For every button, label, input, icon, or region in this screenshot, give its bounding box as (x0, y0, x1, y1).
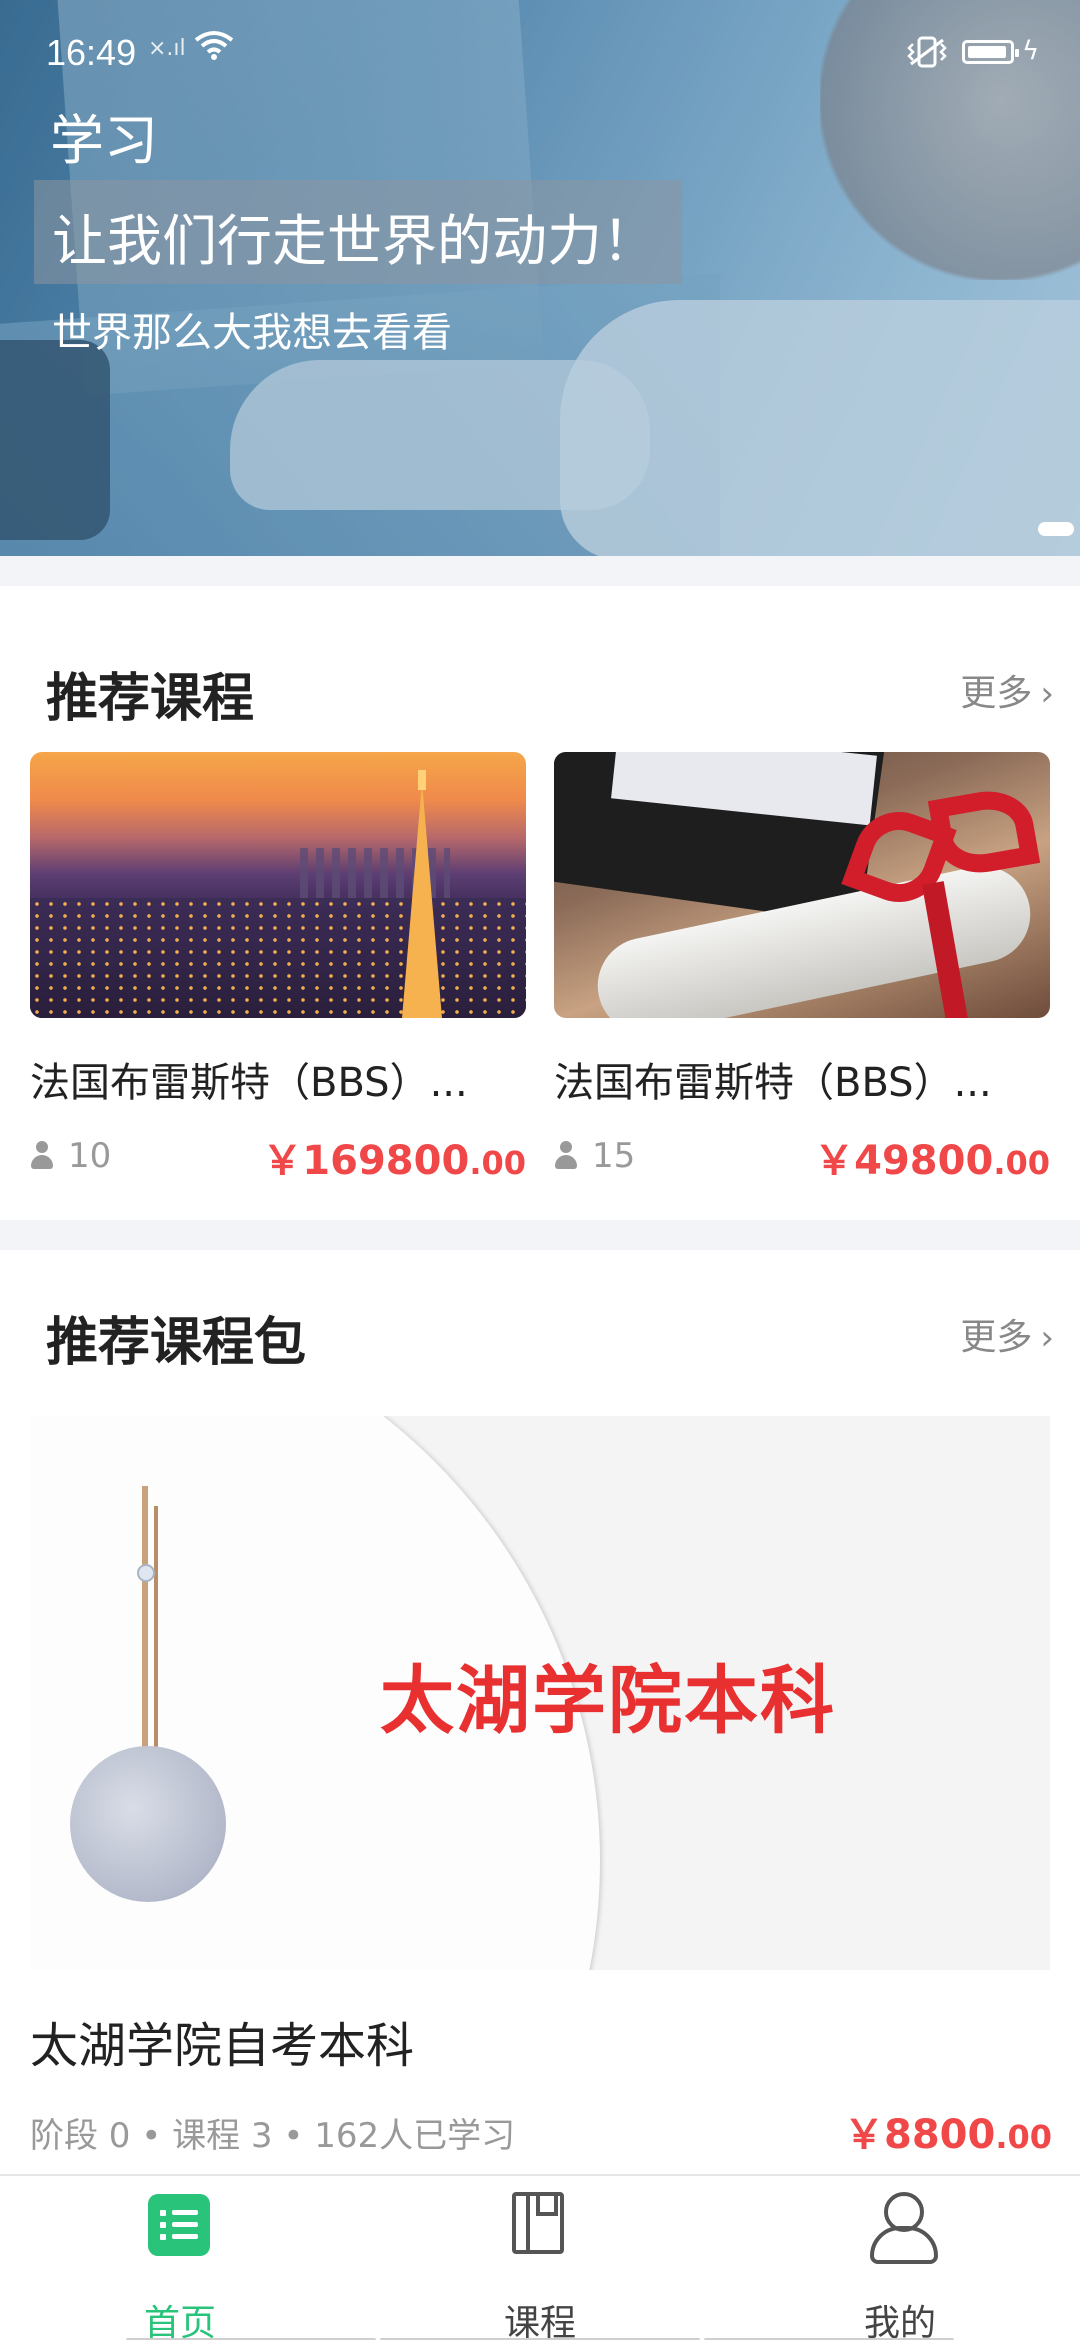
recommended-packages-section: 推荐课程包 更多 › 太湖学院本科 太湖学院自考本科 阶段 0 • 课程 3 • … (0, 1250, 1080, 2174)
tab-profile[interactable]: 我的 (720, 2176, 1080, 2340)
more-label: 更多 (960, 1317, 1033, 1358)
tab-label: 首页 (143, 2303, 216, 2340)
section-title: 推荐课程包 (46, 1313, 307, 1373)
package-price: ￥8800.00 (843, 2112, 1052, 2158)
student-count: 15 (554, 1136, 635, 1176)
page-title: 学习 (50, 109, 158, 172)
hero-subslogan: 世界那么大我想去看看 (52, 310, 452, 356)
hero-banner[interactable]: 16:49 ×.ıl ϟ 学习 让我们行走世界的动力！ 世界那么大我想去看看 (0, 0, 1080, 556)
course-card[interactable]: 法国布雷斯特（BBS）... 15 ￥49800.00 (554, 752, 1050, 1192)
battery-icon (962, 40, 1019, 64)
section-title: 推荐课程 (46, 669, 255, 729)
package-cover-image[interactable]: 太湖学院本科 (30, 1416, 1050, 1970)
status-time: 16:49 (46, 32, 137, 73)
more-label: 更多 (960, 673, 1033, 714)
tab-label: 我的 (863, 2303, 936, 2340)
person-icon (30, 1141, 54, 1169)
tab-home[interactable]: 首页 (0, 2176, 360, 2340)
course-title: 法国布雷斯特（BBS）... (30, 1060, 468, 1106)
user-icon (868, 2192, 938, 2264)
course-price: ￥169800.00 (262, 1138, 526, 1184)
app-screen: 16:49 ×.ıl ϟ 学习 让我们行走世界的动力！ 世界那么大我想去看看 推… (0, 0, 1080, 2340)
tab-label: 课程 (503, 2303, 576, 2340)
chevron-right-icon: › (1040, 1318, 1054, 1358)
tab-courses[interactable]: 课程 (360, 2176, 720, 2340)
course-price: ￥49800.00 (814, 1138, 1050, 1184)
paris-eiffel-tower-image (30, 752, 526, 1018)
carousel-indicator[interactable] (1038, 522, 1074, 536)
home-list-icon (148, 2194, 210, 2256)
recommended-courses-section: 推荐课程 更多 › 法国布雷斯特（BBS）... 10 ￥169800.00 法… (0, 586, 1080, 1220)
charging-icon: ϟ (1022, 36, 1040, 66)
signal-icon: ×.ıl (148, 36, 186, 61)
package-meta: 阶段 0 • 课程 3 • 162人已学习 (30, 2116, 516, 2156)
wifi-icon (194, 31, 234, 60)
status-bar: 16:49 ×.ıl ϟ (0, 0, 1080, 84)
chevron-right-icon: › (1040, 674, 1054, 714)
student-count: 10 (30, 1136, 111, 1176)
package-image-text: 太湖学院本科 (380, 1658, 836, 1744)
more-courses-link[interactable]: 更多 › (960, 664, 1054, 716)
course-title: 法国布雷斯特（BBS）... (554, 1060, 992, 1106)
package-title[interactable]: 太湖学院自考本科 (30, 2006, 414, 2076)
course-card[interactable]: 法国布雷斯特（BBS）... 10 ￥169800.00 (30, 752, 526, 1192)
graduation-diploma-image (554, 752, 1050, 1018)
vibrate-icon (907, 36, 947, 68)
book-icon (512, 2192, 564, 2254)
bottom-nav: 首页 课程 我的 (0, 2174, 1080, 2340)
person-icon (554, 1141, 578, 1169)
more-packages-link[interactable]: 更多 › (960, 1308, 1054, 1360)
hero-slogan: 让我们行走世界的动力！ (52, 209, 658, 273)
